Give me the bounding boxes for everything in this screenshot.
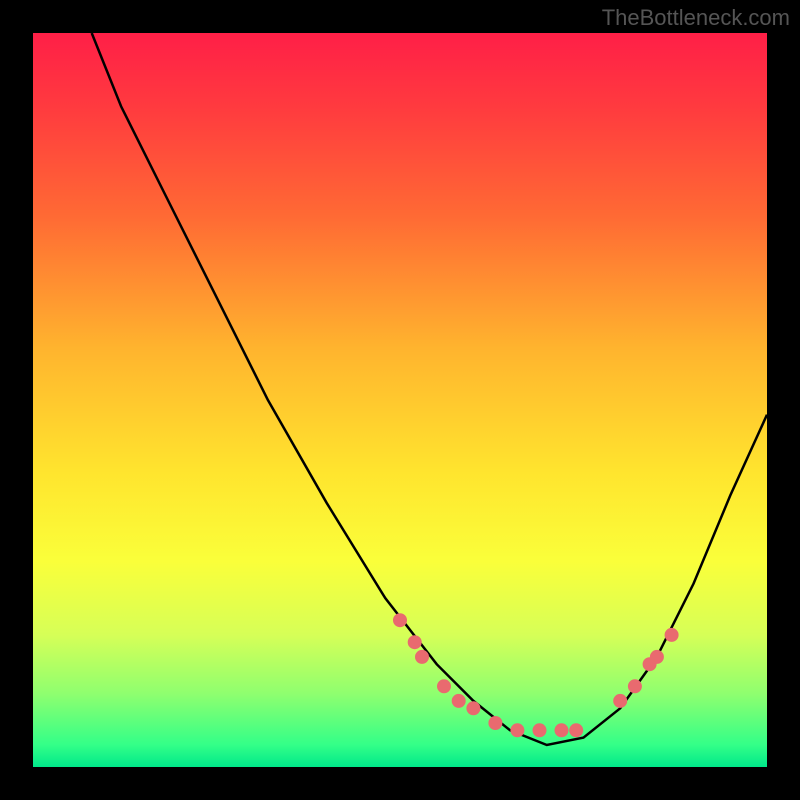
- data-point: [510, 723, 524, 737]
- gradient-plot-area: [33, 33, 767, 767]
- data-point: [393, 613, 407, 627]
- data-point: [466, 701, 480, 715]
- watermark-text: TheBottleneck.com: [602, 5, 790, 31]
- data-point: [555, 723, 569, 737]
- data-point: [650, 650, 664, 664]
- chart-container: TheBottleneck.com: [0, 0, 800, 800]
- data-point: [569, 723, 583, 737]
- data-point: [415, 650, 429, 664]
- data-point: [628, 679, 642, 693]
- chart-svg: [33, 33, 767, 767]
- data-point: [488, 716, 502, 730]
- data-point: [437, 679, 451, 693]
- data-point: [613, 694, 627, 708]
- data-point: [408, 635, 422, 649]
- data-point: [452, 694, 466, 708]
- data-point: [665, 628, 679, 642]
- data-point: [533, 723, 547, 737]
